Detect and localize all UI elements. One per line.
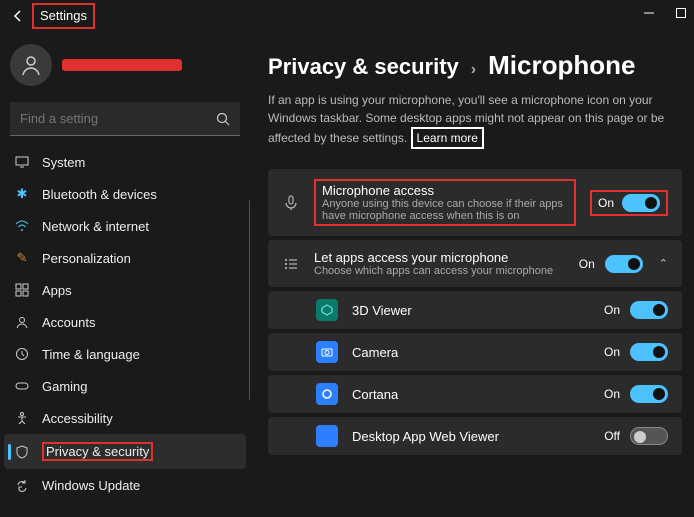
row-subtitle: Choose which apps can access your microp… (314, 265, 565, 277)
chevron-right-icon: › (471, 61, 476, 79)
app-name: Cortana (352, 387, 590, 402)
username-redacted (62, 59, 182, 71)
gaming-icon (14, 378, 30, 394)
toggle-state-label: On (604, 345, 620, 359)
sidebar-item-update[interactable]: Windows Update (4, 469, 246, 501)
app-name: 3D Viewer (352, 303, 590, 318)
sidebar-item-accounts[interactable]: Accounts (4, 306, 246, 338)
app-icon (316, 383, 338, 405)
app-name: Camera (352, 345, 590, 360)
sidebar-item-bluetooth[interactable]: ✱ Bluetooth & devices (4, 178, 246, 210)
toggle-state-label: On (598, 196, 614, 210)
sidebar-item-label: Privacy & security (46, 444, 149, 459)
active-marker (8, 444, 11, 460)
sidebar-item-label: Gaming (42, 379, 88, 394)
app-row-cortana[interactable]: Cortana On (268, 375, 682, 413)
app-icon (316, 341, 338, 363)
window-title-highlight: Settings (32, 3, 95, 29)
sidebar-scrollbar[interactable] (249, 200, 250, 400)
breadcrumb: Privacy & security › Microphone (268, 50, 682, 81)
back-button[interactable] (8, 6, 28, 26)
update-icon (14, 477, 30, 493)
app-toggle[interactable] (630, 427, 668, 445)
search-icon (216, 112, 230, 126)
apps-icon (14, 282, 30, 298)
mic-access-toggle[interactable] (622, 194, 660, 212)
let-apps-toggle[interactable] (605, 255, 643, 273)
sidebar-item-label: System (42, 155, 85, 170)
avatar (10, 44, 52, 86)
row-title: Let apps access your microphone (314, 250, 565, 265)
microphone-icon (282, 194, 300, 212)
nav-list: System ✱ Bluetooth & devices Network & i… (4, 146, 246, 501)
brush-icon: ✎ (14, 250, 30, 266)
app-toggle[interactable] (630, 301, 668, 319)
sidebar-item-label: Accounts (42, 315, 95, 330)
sidebar-item-system[interactable]: System (4, 146, 246, 178)
list-icon (282, 255, 300, 273)
window-title: Settings (40, 8, 87, 23)
toggle-state-label: On (604, 303, 620, 317)
mic-access-highlight: Microphone access Anyone using this devi… (314, 179, 576, 226)
sidebar-item-personalization[interactable]: ✎ Personalization (4, 242, 246, 274)
sidebar-item-label: Accessibility (42, 411, 113, 426)
sidebar-item-label: Network & internet (42, 219, 149, 234)
sidebar: System ✱ Bluetooth & devices Network & i… (0, 32, 250, 517)
page-title: Microphone (488, 50, 635, 81)
sidebar-item-accessibility[interactable]: Accessibility (4, 402, 246, 434)
sidebar-item-time[interactable]: Time & language (4, 338, 246, 370)
minimize-button[interactable] (642, 6, 656, 20)
main-content: Privacy & security › Microphone If an ap… (250, 32, 694, 517)
sidebar-item-label: Windows Update (42, 478, 140, 493)
search-box[interactable] (10, 102, 240, 136)
sidebar-item-apps[interactable]: Apps (4, 274, 246, 306)
sidebar-item-network[interactable]: Network & internet (4, 210, 246, 242)
system-icon (14, 154, 30, 170)
toggle-state-label: On (579, 257, 595, 271)
profile-section[interactable] (4, 38, 246, 96)
sidebar-item-label: Time & language (42, 347, 140, 362)
row-microphone-access[interactable]: Microphone access Anyone using this devi… (268, 169, 682, 236)
shield-icon (14, 444, 30, 460)
sidebar-item-label: Personalization (42, 251, 131, 266)
app-icon (316, 299, 338, 321)
search-input[interactable] (20, 111, 199, 126)
sidebar-item-privacy[interactable]: Privacy & security (4, 434, 246, 469)
chevron-up-icon[interactable]: ⌃ (659, 257, 668, 270)
app-toggle[interactable] (630, 385, 668, 403)
accessibility-icon (14, 410, 30, 426)
row-let-apps[interactable]: Let apps access your microphone Choose w… (268, 240, 682, 287)
sidebar-item-label: Bluetooth & devices (42, 187, 157, 202)
maximize-button[interactable] (674, 6, 688, 20)
row-title: Microphone access (322, 183, 568, 198)
wifi-icon (14, 218, 30, 234)
app-toggle[interactable] (630, 343, 668, 361)
toggle-state-label: On (604, 387, 620, 401)
page-description: If an app is using your microphone, you'… (268, 91, 682, 149)
row-subtitle: Anyone using this device can choose if t… (322, 198, 568, 222)
learn-more-link[interactable]: Learn more (411, 127, 484, 149)
toggle-state-label: Off (604, 429, 620, 443)
breadcrumb-root[interactable]: Privacy & security (268, 54, 459, 80)
sidebar-item-label: Apps (42, 283, 72, 298)
app-row-desktop-web-viewer[interactable]: Desktop App Web Viewer Off (268, 417, 682, 455)
mic-access-toggle-highlight: On (590, 190, 668, 216)
app-row-3dviewer[interactable]: 3D Viewer On (268, 291, 682, 329)
app-icon (316, 425, 338, 447)
person-icon (14, 314, 30, 330)
sidebar-item-gaming[interactable]: Gaming (4, 370, 246, 402)
sidebar-item-label-highlight: Privacy & security (42, 442, 153, 461)
app-row-camera[interactable]: Camera On (268, 333, 682, 371)
clock-icon (14, 346, 30, 362)
app-name: Desktop App Web Viewer (352, 429, 590, 444)
bluetooth-icon: ✱ (14, 186, 30, 202)
